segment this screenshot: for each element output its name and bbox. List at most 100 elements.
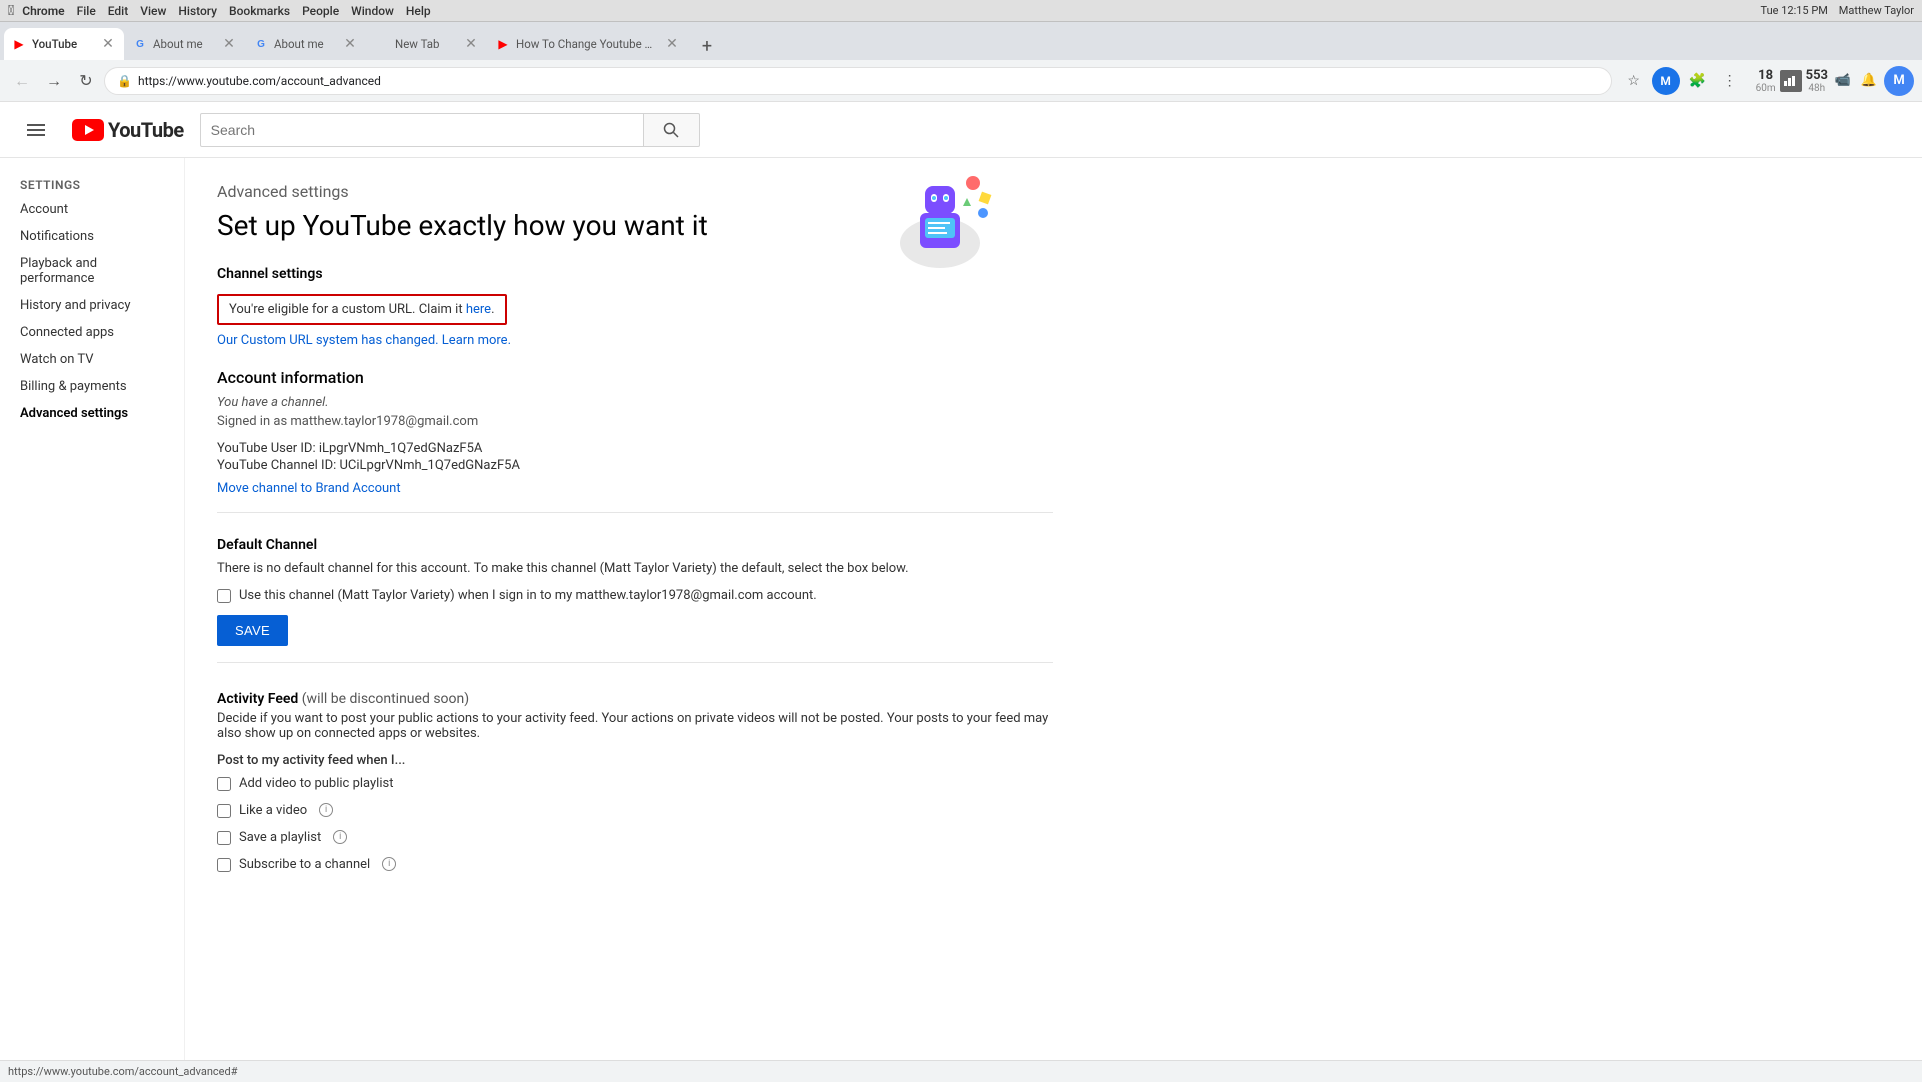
tab-newtab[interactable]: New Tab ✕ [367, 28, 487, 60]
sidebar-item-notifications[interactable]: Notifications [0, 223, 184, 250]
yt-logo[interactable]: YouTube [72, 118, 184, 142]
sidebar-item-advanced[interactable]: Advanced settings [0, 400, 184, 427]
save-button[interactable]: SAVE [217, 615, 288, 646]
save-playlist-checkbox-row: Save a playlist i [217, 830, 1053, 845]
view-menu[interactable]: View [140, 4, 166, 18]
add-video-checkbox[interactable] [217, 777, 231, 791]
account-info-heading: Account information [217, 368, 1053, 387]
tab-about2-title: About me [274, 37, 336, 51]
yt-sub-count: 553 [1806, 68, 1828, 83]
custom-url-here-link[interactable]: here [466, 302, 491, 317]
illustration-container [875, 158, 1005, 282]
custom-url-change-link[interactable]: Our Custom URL system has changed. Learn… [217, 333, 511, 348]
hamburger-menu-button[interactable] [16, 110, 56, 150]
sidebar-account-label: Account [20, 202, 68, 217]
sidebar-billing-label: Billing & payments [20, 379, 127, 394]
macos-status-bar: Tue 12:15 PM Matthew Taylor [1761, 4, 1914, 17]
forward-button[interactable]: → [40, 67, 68, 95]
sidebar-item-history[interactable]: History and privacy [0, 292, 184, 319]
sidebar-item-account[interactable]: Account [0, 196, 184, 223]
yt-app-scroll: YouTube SETTINGS Account [0, 102, 1922, 1060]
subscribe-info-icon[interactable]: i [382, 857, 396, 871]
tab-newtab-close[interactable]: ✕ [463, 36, 479, 52]
yt-stats-icon[interactable] [1780, 70, 1802, 92]
apple-menu-icon[interactable]:  [8, 3, 14, 19]
user-id-value: iLpgrVNmh_1Q7edGNazF5A [319, 441, 483, 456]
window-menu[interactable]: Window [351, 4, 394, 18]
save-playlist-info-icon[interactable]: i [333, 830, 347, 844]
file-menu[interactable]: File [77, 4, 96, 18]
bell-icon-btn[interactable]: 🔔 [1858, 70, 1880, 92]
default-channel-checkbox[interactable] [217, 589, 231, 603]
move-channel-container: Move channel to Brand Account [217, 481, 1053, 496]
hamburger-icon [27, 124, 45, 136]
sidebar-watch-label: Watch on TV [20, 352, 94, 367]
macos-menu-bar:  Chrome File Edit View History Bookmark… [8, 3, 431, 19]
yt-header-avatar[interactable]: M [1884, 66, 1914, 96]
account-signed-in: Signed in as matthew.taylor1978@gmail.co… [217, 414, 1053, 429]
yt-video-count: 18 [1758, 68, 1773, 83]
tab-about1[interactable]: G About me ✕ [125, 28, 245, 60]
history-menu[interactable]: History [178, 4, 217, 18]
yt-search-button[interactable] [644, 113, 700, 147]
address-bar[interactable]: 🔒 https://www.youtube.com/account_advanc… [104, 67, 1612, 95]
sidebar-item-playback[interactable]: Playback and performance [0, 250, 184, 292]
bookmarks-menu[interactable]: Bookmarks [229, 4, 290, 18]
status-bar: https://www.youtube.com/account_advanced… [0, 1060, 1922, 1082]
tab-about2-favicon: G [254, 37, 268, 51]
default-channel-checkbox-row: Use this channel (Matt Taylor Variety) w… [217, 588, 1053, 603]
more-menu-button[interactable]: ⋮ [1716, 67, 1744, 95]
yt-sub-stats: 553 48h [1806, 68, 1828, 94]
new-tab-button[interactable]: + [693, 32, 721, 60]
tab-youtube[interactable]: ▶ YouTube ✕ [4, 28, 124, 60]
save-playlist-checkbox[interactable] [217, 831, 231, 845]
back-button[interactable]: ← [8, 67, 36, 95]
edit-menu[interactable]: Edit [108, 4, 128, 18]
tab-about1-close[interactable]: ✕ [221, 36, 237, 52]
yt-video-label: 60m [1756, 83, 1776, 94]
activity-feed-title: Activity Feed [217, 691, 298, 707]
help-menu[interactable]: Help [406, 4, 431, 18]
chrome-menu[interactable]: Chrome [22, 4, 64, 18]
camera-icon-btn[interactable]: 📹 [1832, 70, 1854, 92]
subscribe-label: Subscribe to a channel [239, 857, 370, 872]
like-video-info-icon[interactable]: i [319, 803, 333, 817]
tab-about2[interactable]: G About me ✕ [246, 28, 366, 60]
sidebar-connected-label: Connected apps [20, 325, 114, 340]
tab-about2-close[interactable]: ✕ [342, 36, 358, 52]
default-channel-checkbox-label: Use this channel (Matt Taylor Variety) w… [239, 588, 817, 603]
sidebar-item-connected[interactable]: Connected apps [0, 319, 184, 346]
reload-button[interactable]: ↻ [72, 67, 100, 95]
lock-icon: 🔒 [117, 74, 132, 88]
like-video-checkbox-row: Like a video i [217, 803, 1053, 818]
activity-feed-soon-text: (will be discontinued soon) [302, 691, 469, 707]
datetime-display: Tue 12:15 PM [1761, 4, 1828, 17]
yt-search-input[interactable] [200, 113, 644, 147]
bookmark-button[interactable]: ☆ [1620, 67, 1648, 95]
like-video-checkbox[interactable] [217, 804, 231, 818]
yt-sub-label: 48h [1808, 83, 1825, 94]
custom-url-box: You're eligible for a custom URL. Claim … [217, 294, 507, 325]
yt-main-content: Advanced settings Set up YouTube exactly… [185, 158, 1085, 1060]
user-profile-chrome-button[interactable]: M [1652, 67, 1680, 95]
sidebar-item-watch[interactable]: Watch on TV [0, 346, 184, 373]
tab-howto[interactable]: ▶ How To Change Youtube Chan… ✕ [488, 28, 688, 60]
like-video-label: Like a video [239, 803, 307, 818]
tab-youtube-close[interactable]: ✕ [100, 36, 116, 52]
divider-1 [217, 512, 1053, 513]
tab-howto-close[interactable]: ✕ [664, 36, 680, 52]
sidebar-item-billing[interactable]: Billing & payments [0, 373, 184, 400]
activity-feed-heading: Activity Feed (will be discontinued soon… [217, 691, 1053, 707]
tab-about1-title: About me [153, 37, 215, 51]
channel-id-value: UCiLpgrVNmh_1Q7edGNazF5A [339, 458, 519, 473]
post-activity-label: Post to my activity feed when I... [217, 753, 1053, 768]
extensions-button[interactable]: 🧩 [1684, 67, 1712, 95]
move-channel-link[interactable]: Move channel to Brand Account [217, 481, 401, 496]
custom-url-text: You're eligible for a custom URL. Claim … [229, 302, 466, 317]
subscribe-checkbox[interactable] [217, 858, 231, 872]
add-video-checkbox-row: Add video to public playlist [217, 776, 1053, 791]
tab-howto-title: How To Change Youtube Chan… [516, 37, 658, 51]
status-bar-url: https://www.youtube.com/account_advanced… [8, 1065, 237, 1078]
yt-stats-area: 18 60m 553 48h 📹 🔔 M [1756, 66, 1914, 96]
people-menu[interactable]: People [302, 4, 339, 18]
